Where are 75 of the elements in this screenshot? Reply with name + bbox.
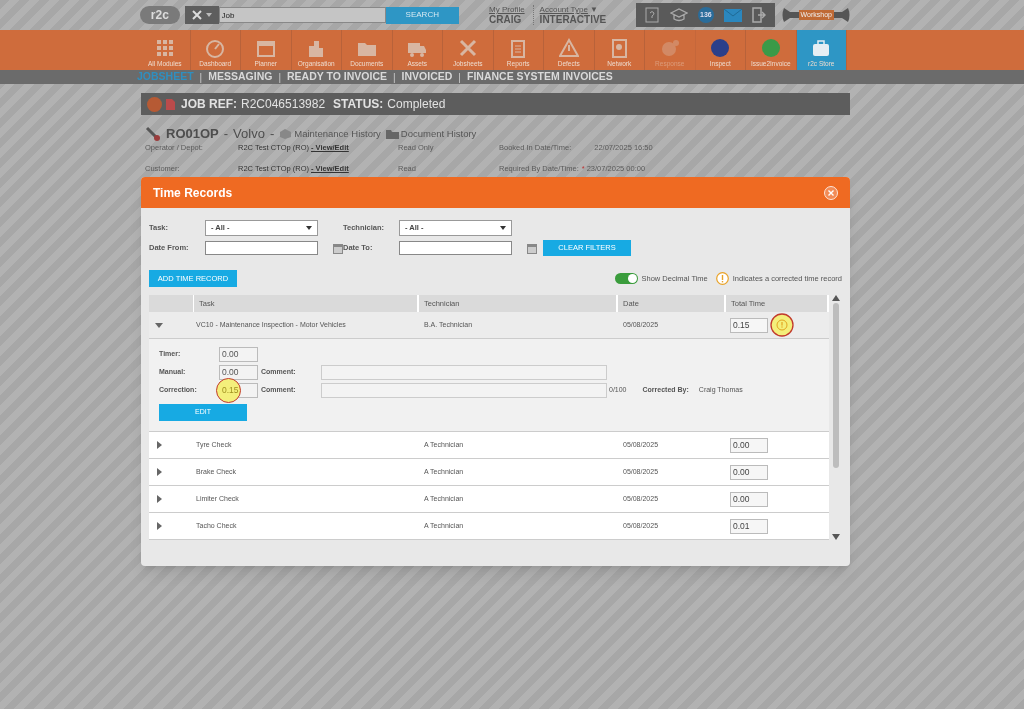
comment-field[interactable] xyxy=(321,364,607,380)
close-icon xyxy=(824,185,838,200)
search-button[interactable]: SEARCH xyxy=(385,6,460,24)
dialog-title: Time Records xyxy=(153,184,233,202)
status-label: STATUS: xyxy=(333,96,384,113)
scroll-down-icon xyxy=(832,534,840,540)
total-time-field: 0.01 xyxy=(730,518,768,534)
expand-caret-icon xyxy=(155,441,163,449)
separator: | xyxy=(278,70,281,85)
vehicle-make: Volvo xyxy=(233,125,265,143)
contact-book-icon xyxy=(609,37,630,58)
job-ref-label: JOB REF: xyxy=(181,96,237,113)
collapse-caret-icon xyxy=(155,321,163,329)
field-value: 0.00 xyxy=(221,367,239,377)
date-field[interactable] xyxy=(399,241,512,255)
separator: - xyxy=(223,125,229,143)
nav-link[interactable]: INVOICED xyxy=(401,69,453,85)
nav-link[interactable]: READY TO INVOICE xyxy=(287,69,387,85)
circle-icon xyxy=(710,37,731,58)
calendar-icon xyxy=(527,242,537,254)
header-cell xyxy=(149,295,193,312)
field-value: 0.15 xyxy=(221,385,239,395)
field-value: 0.00 xyxy=(221,349,239,359)
logo: r2c xyxy=(140,6,180,24)
separator: | xyxy=(458,70,461,85)
total-time-field: 0.00 xyxy=(730,437,768,453)
nav-link[interactable]: MESSAGING xyxy=(208,69,273,85)
separator: | xyxy=(393,70,396,85)
scroll-up-icon xyxy=(832,295,840,301)
box-icon xyxy=(279,128,293,139)
logout-icon xyxy=(752,7,767,23)
total-time-field: 0.00 xyxy=(730,464,768,480)
toggle-switch[interactable] xyxy=(614,273,638,284)
expand-caret-icon xyxy=(155,468,163,476)
user-name: CRAIG xyxy=(489,15,523,25)
total-time-field: 0.00 xyxy=(730,491,768,507)
gauge-icon xyxy=(205,37,226,58)
folder-icon xyxy=(385,128,399,139)
badge-icon xyxy=(147,96,162,112)
wrench-icon xyxy=(145,125,161,142)
total-time-field: 0.15 xyxy=(730,317,768,333)
job-ref: R2C046513982 xyxy=(241,96,326,113)
caret-icon[interactable]: ▼ xyxy=(589,5,598,15)
grid-icon xyxy=(154,37,175,58)
caret-icon xyxy=(306,226,312,230)
graduation-cap-icon xyxy=(669,8,688,22)
calendar-icon xyxy=(333,242,343,254)
history-link[interactable]: Document History xyxy=(400,126,477,141)
status-value: Completed xyxy=(387,96,446,113)
caret-icon xyxy=(206,13,213,17)
alert-icon xyxy=(715,272,729,285)
caret-icon xyxy=(500,226,506,230)
circle-icon xyxy=(760,37,781,58)
registration: RO01OP xyxy=(166,125,219,143)
help-icon xyxy=(645,7,660,23)
scrollbar[interactable] xyxy=(831,295,841,540)
separator: - xyxy=(269,125,275,143)
comment-field[interactable] xyxy=(321,382,607,398)
separator: | xyxy=(199,70,203,85)
profile-link[interactable]: My Profile xyxy=(489,5,525,15)
pdf-icon xyxy=(166,98,175,110)
date-field[interactable] xyxy=(205,241,318,255)
tools-dropdown[interactable] xyxy=(184,6,219,24)
expand-caret-icon xyxy=(155,522,163,530)
history-link[interactable]: Maintenance History xyxy=(294,126,381,141)
bubble-icon xyxy=(659,37,680,58)
account-type-link[interactable]: Account Type xyxy=(539,5,588,15)
warning-icon xyxy=(558,37,579,58)
mail-icon xyxy=(724,8,743,22)
account-type: INTERACTIVE xyxy=(539,15,607,25)
search-field[interactable]: Job xyxy=(218,7,386,23)
close-button[interactable] xyxy=(824,185,838,200)
expand-caret-icon xyxy=(155,495,163,503)
briefcase-icon xyxy=(811,37,832,58)
nav-link[interactable]: FINANCE SYSTEM INVOICES xyxy=(466,69,613,85)
